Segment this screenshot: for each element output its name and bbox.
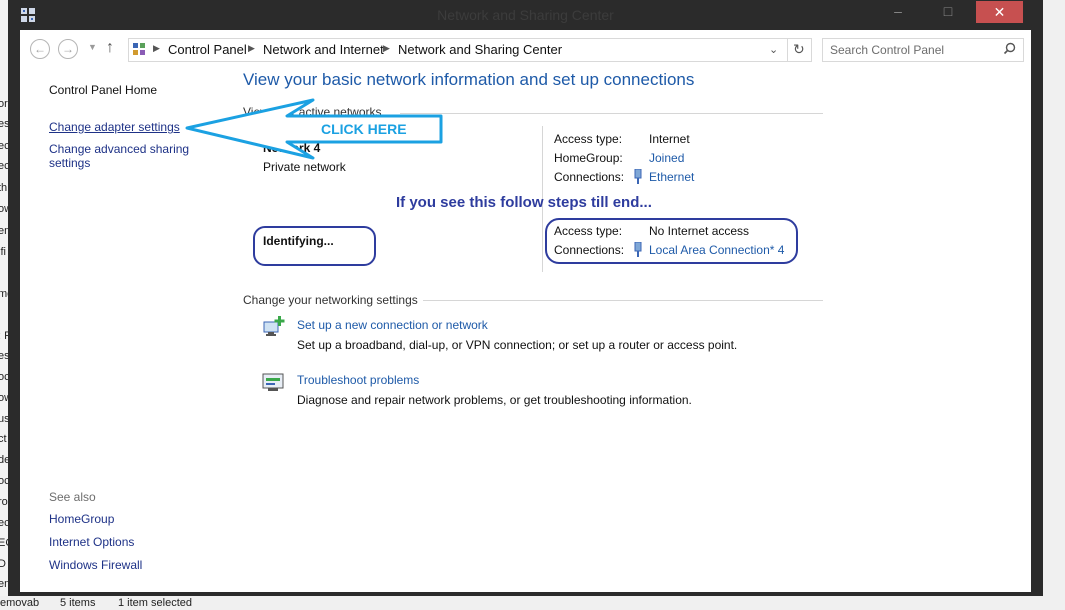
address-box[interactable]: ▶ Control Panel ▶ Network and Internet ▶… [128,38,812,62]
advanced-sharing-line2: settings [49,156,91,170]
internet-options-link[interactable]: Internet Options [49,535,134,549]
instruction-note: If you see this follow steps till end... [396,194,652,211]
search-icon[interactable] [1003,42,1016,58]
task-description: Set up a broadband, dial-up, or VPN conn… [297,338,738,352]
network-sharing-window: Network and Sharing Center – □ ✕ ← → ▼ ↑ [8,0,1043,596]
homegroup-joined-link[interactable]: Joined [649,151,684,165]
divider [400,113,823,114]
address-dropdown-chevron-icon[interactable]: ⌄ [769,43,778,56]
close-button[interactable]: ✕ [976,1,1023,23]
breadcrumb-sharing-center[interactable]: Network and Sharing Center [398,42,562,57]
connections-label: Connections: [554,170,625,184]
control-panel-icon [132,42,146,59]
background-text: ifi [0,246,6,258]
background-text: emovab [0,597,40,609]
divider [423,300,823,301]
background-status-bar: emovab 5 items 1 item selected [0,596,1065,610]
homegroup-label: HomeGroup: [554,151,623,165]
refresh-icon[interactable]: ↻ [793,41,805,58]
minimize-icon[interactable]: – [878,0,918,22]
access-type-value: Internet [649,132,690,146]
advanced-sharing-line1: Change advanced sharing [49,142,190,156]
breadcrumb-separator-icon[interactable]: ▶ [153,43,160,54]
task-description: Diagnose and repair network problems, or… [297,393,692,407]
background-text: ct [0,433,7,445]
windows-firewall-link[interactable]: Windows Firewall [49,558,142,572]
status-selected-count: 1 item selected [118,597,192,609]
click-here-label: CLICK HERE [321,121,407,137]
setup-new-connection-link[interactable]: Set up a new connection or network [297,318,488,332]
ethernet-icon [633,168,643,189]
up-arrow-icon[interactable]: ↑ [106,39,114,57]
troubleshoot-problems-link[interactable]: Troubleshoot problems [297,373,419,387]
control-panel-home-link[interactable]: Control Panel Home [49,83,157,97]
access-type-label: Access type: [554,132,623,146]
breadcrumb-control-panel[interactable]: Control Panel [168,42,247,57]
back-arrow-icon[interactable]: ← [30,39,50,59]
search-placeholder: Search Control Panel [830,43,945,57]
breadcrumb-separator-icon[interactable]: ▶ [248,43,255,54]
breadcrumb-network-internet[interactable]: Network and Internet [263,42,384,57]
divider [787,39,788,61]
homegroup-link[interactable]: HomeGroup [49,512,114,526]
background-text: th [0,182,8,194]
no-internet-highlight-ellipse [545,218,798,264]
address-bar-row: ← → ▼ ↑ ▶ Control Panel ▶ Network and In… [20,30,1031,68]
status-items-count: 5 items [60,597,96,609]
click-here-arrow [183,98,445,191]
breadcrumb-separator-icon[interactable]: ▶ [383,43,390,54]
ethernet-connection-link[interactable]: Ethernet [649,170,694,184]
search-input[interactable]: Search Control Panel [822,38,1024,62]
change-adapter-settings-link[interactable]: Change adapter settings [49,120,180,134]
background-window-right [1043,0,1065,610]
troubleshoot-icon [262,372,286,399]
recent-locations-chevron-icon[interactable]: ▼ [88,42,97,52]
change-settings-heading: Change your networking settings [243,293,418,307]
window-content: ← → ▼ ↑ ▶ Control Panel ▶ Network and In… [20,30,1031,592]
see-also-heading: See also [49,490,96,504]
forward-arrow-icon[interactable]: → [58,39,78,59]
maximize-icon[interactable]: □ [928,0,968,22]
page-title: View your basic network information and … [243,70,695,89]
change-advanced-sharing-link[interactable]: Change advanced sharing settings [49,142,189,170]
identifying-highlight-ellipse [253,226,376,266]
title-bar[interactable]: Network and Sharing Center – □ ✕ [8,0,1043,30]
new-connection-icon [262,316,288,345]
